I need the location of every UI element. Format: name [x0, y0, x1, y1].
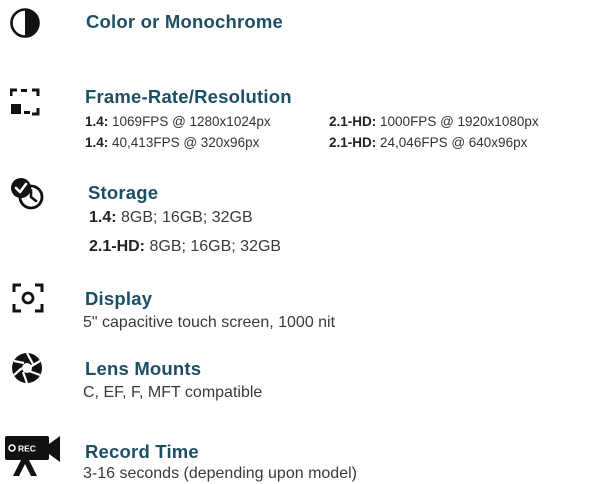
spec-value: 40,413FPS @ 320x96px — [112, 135, 260, 150]
feature-title: Display — [85, 288, 153, 309]
spec-line: 1.4: 1069FPS @ 1280x1024px — [85, 114, 271, 129]
spec-model: 1.4: — [89, 209, 117, 226]
feature-title: Storage — [88, 182, 159, 203]
svg-text:REC: REC — [18, 444, 36, 454]
feature-record: REC Record Time 3-16 seconds (depending … — [0, 412, 597, 484]
feature-color: Color or Monochrome — [0, 0, 597, 50]
camera-viewfinder-icon — [12, 283, 44, 313]
feature-title: Color or Monochrome — [86, 11, 284, 32]
feature-description: 3-16 seconds (depending upon model) — [83, 465, 357, 482]
storage-clock-icon — [11, 178, 44, 210]
record-camera-icon: REC — [5, 436, 60, 476]
half-circle-icon — [10, 8, 40, 38]
feature-description: 5" capacitive touch screen, 1000 nit — [83, 314, 336, 331]
feature-title: Frame-Rate/Resolution — [85, 86, 292, 107]
spec-model: 2.1-HD: — [329, 114, 377, 129]
feature-title: Record Time — [85, 441, 199, 462]
spec-line: 2.1-HD: 1000FPS @ 1920x1080px — [329, 114, 539, 129]
feature-display: Display 5" capacitive touch screen, 1000… — [0, 280, 597, 340]
spec-line: 2.1-HD: 24,046FPS @ 640x96px — [329, 135, 527, 150]
spec-value: 24,046FPS @ 640x96px — [380, 135, 528, 150]
spec-model: 2.1-HD: — [329, 135, 377, 150]
spec-model: 2.1-HD: — [89, 238, 146, 255]
spec-line: 1.4: 40,413FPS @ 320x96px — [85, 135, 259, 150]
aperture-icon — [12, 352, 42, 384]
spec-line: 1.4: 8GB; 16GB; 32GB — [89, 209, 253, 227]
feature-title: Lens Mounts — [85, 358, 202, 379]
spec-model: 1.4: — [85, 135, 109, 150]
feature-description: C, EF, F, MFT compatible — [83, 384, 263, 401]
spec-value: 1069FPS @ 1280x1024px — [112, 114, 271, 129]
spec-model: 1.4: — [85, 114, 109, 129]
spec-value: 8GB; 16GB; 32GB — [121, 209, 253, 226]
feature-storage: Storage 1.4: 8GB; 16GB; 32GB 2.1-HD: 8GB… — [0, 170, 597, 265]
feature-framerate: Frame-Rate/Resolution 1.4: 1069FPS @ 128… — [0, 80, 597, 160]
spec-line: 2.1-HD: 8GB; 16GB; 32GB — [89, 238, 281, 256]
spec-value: 1000FPS @ 1920x1080px — [380, 114, 539, 129]
aspect-frame-icon — [10, 88, 40, 116]
feature-lens: Lens Mounts C, EF, F, MFT compatible — [0, 345, 597, 405]
spec-value: 8GB; 16GB; 32GB — [149, 238, 282, 255]
